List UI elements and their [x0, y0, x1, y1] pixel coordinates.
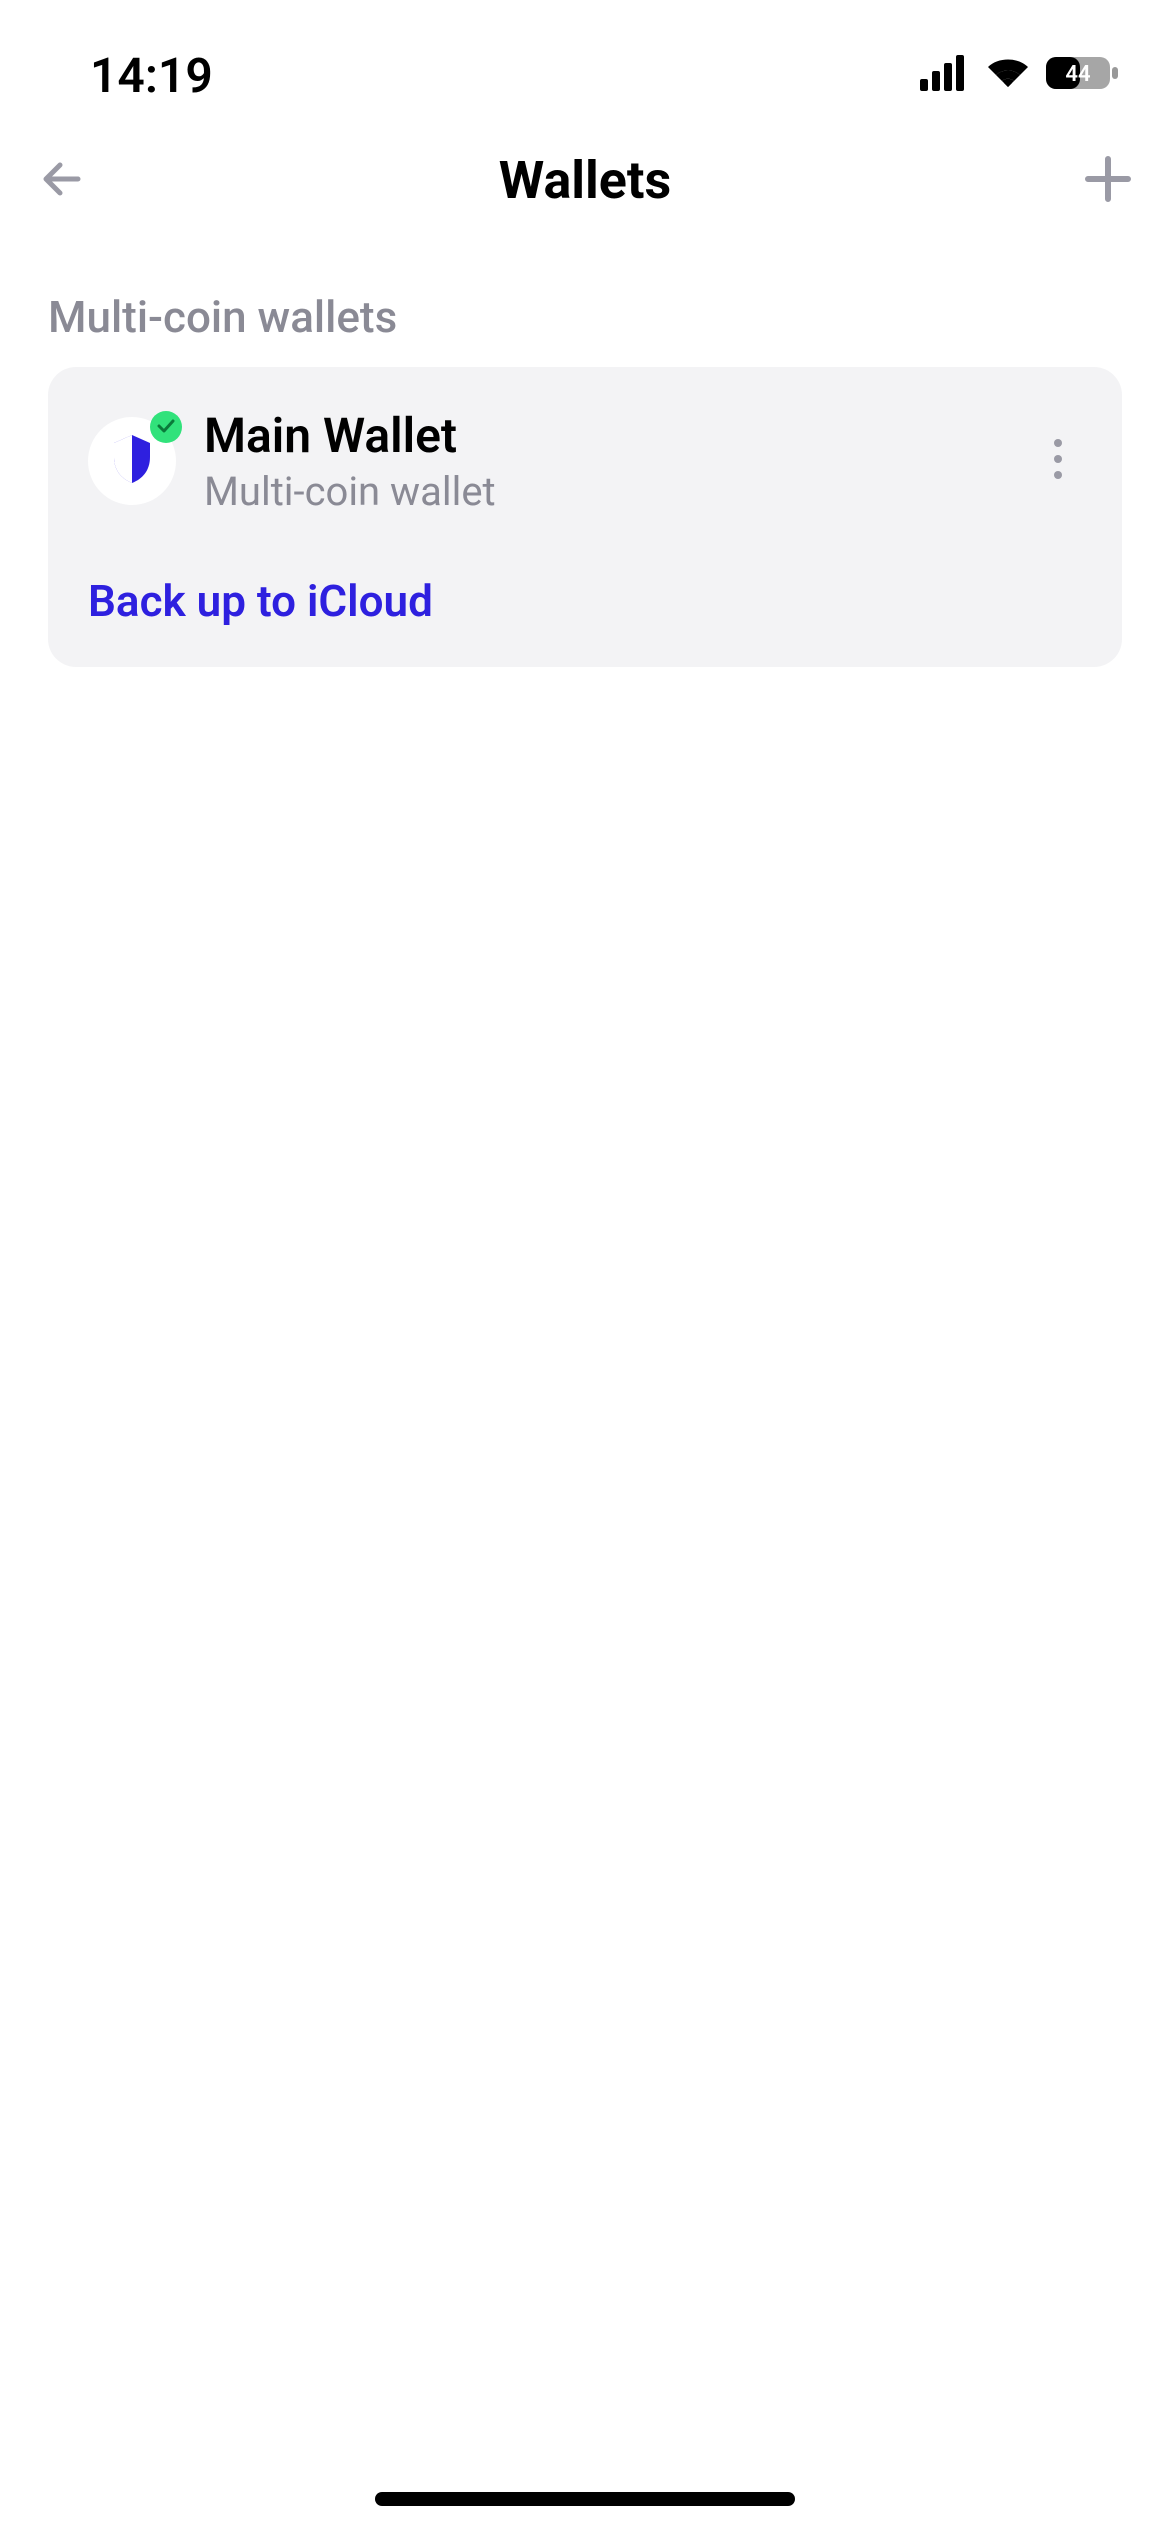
- verified-badge: [150, 411, 182, 443]
- back-button[interactable]: [32, 151, 92, 211]
- nav-bar: Wallets: [0, 120, 1170, 251]
- wallet-subtitle: Multi-coin wallet: [204, 468, 1006, 515]
- wallet-more-button[interactable]: [1034, 437, 1082, 485]
- plus-icon: [1082, 153, 1134, 209]
- page-title: Wallets: [92, 150, 1078, 211]
- arrow-left-icon: [34, 151, 90, 211]
- wallet-name: Main Wallet: [204, 407, 1006, 464]
- home-indicator[interactable]: [375, 2492, 795, 2506]
- wifi-icon: [984, 55, 1032, 95]
- more-vertical-icon: [1053, 437, 1063, 485]
- wallet-card[interactable]: Main Wallet Multi-coin wallet Back up to…: [48, 367, 1122, 667]
- status-bar: 14:19 44: [0, 0, 1170, 120]
- add-button[interactable]: [1078, 151, 1138, 211]
- backup-button[interactable]: Back up to iCloud: [88, 575, 1082, 627]
- svg-text:44: 44: [1065, 62, 1090, 87]
- status-time: 14:19: [90, 47, 213, 104]
- wallet-avatar: [88, 417, 176, 505]
- section-header: Multi-coin wallets: [0, 251, 1170, 367]
- check-icon: [157, 418, 175, 437]
- status-indicators: 44: [920, 55, 1120, 95]
- shield-icon: [110, 433, 154, 489]
- cellular-icon: [920, 55, 970, 95]
- wallet-row: Main Wallet Multi-coin wallet: [88, 407, 1082, 515]
- battery-icon: 44: [1046, 55, 1120, 95]
- wallet-text: Main Wallet Multi-coin wallet: [204, 407, 1006, 515]
